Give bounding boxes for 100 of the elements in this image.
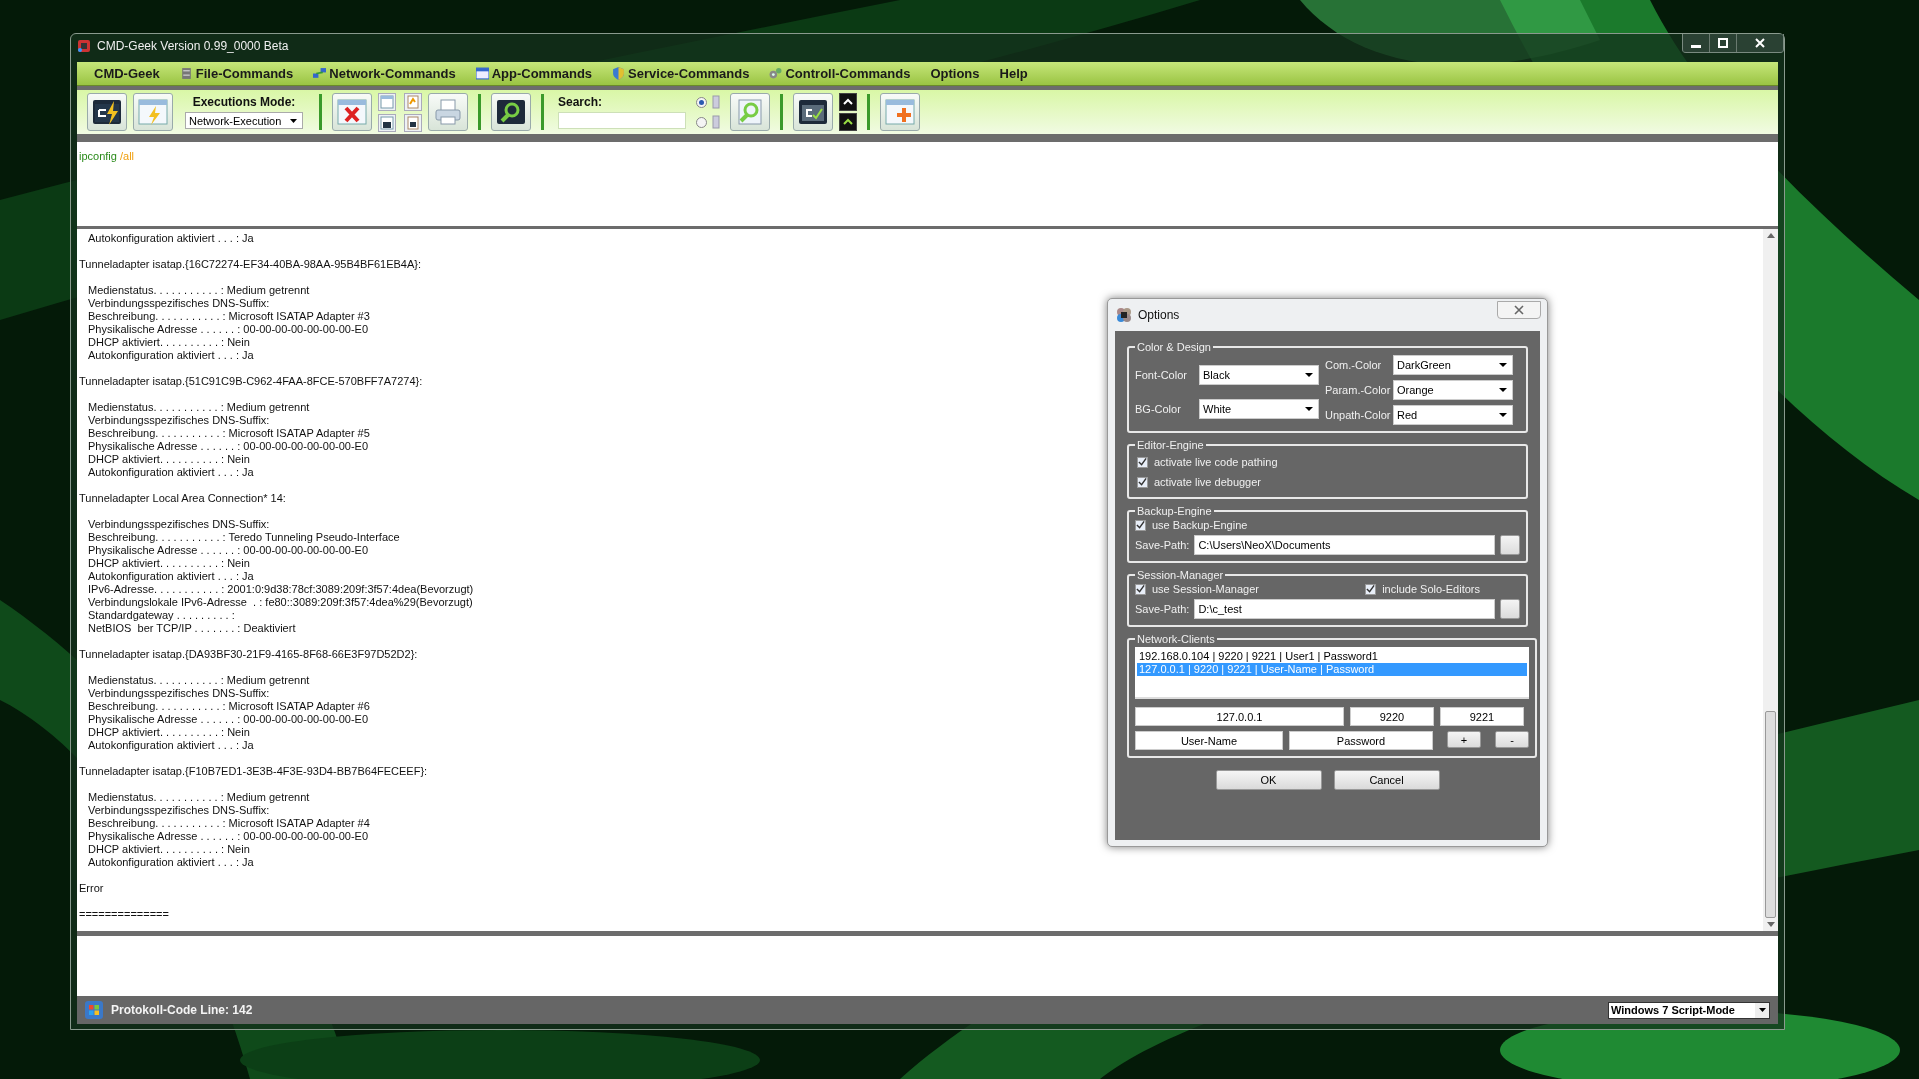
output-line: Autokonfiguration aktiviert . . . : Ja	[87, 232, 254, 245]
mode-dropdown[interactable]: Windows 7 Script-Mode	[1608, 1001, 1770, 1019]
menu-item[interactable]: Service-Commands	[603, 66, 759, 81]
up-button[interactable]	[839, 93, 857, 111]
checkbox[interactable]	[1135, 519, 1146, 531]
caret-icon	[1499, 413, 1507, 417]
toolbar-button[interactable]	[87, 93, 127, 131]
output-line: Verbindungsspezifisches DNS-Suffix:	[87, 414, 270, 427]
menu-item[interactable]: CMD-Geek	[85, 66, 169, 81]
color-dropdown[interactable]: Orange	[1393, 380, 1513, 400]
checkbox-label: use Session-Manager	[1152, 583, 1259, 595]
terminal-lightning-icon	[92, 98, 122, 126]
terminal-icon	[380, 115, 394, 130]
output-line: Medienstatus. . . . . . . . . . . : Medium getrennt	[87, 284, 310, 297]
output-line: Physikalische Adresse . . . . . . : 00-00-00-00-00-00-00-E0	[87, 323, 369, 336]
printer-icon	[433, 98, 463, 126]
scrollbar[interactable]	[1763, 229, 1778, 931]
scroll-thumb[interactable]	[1765, 711, 1776, 918]
caret-icon	[1758, 1008, 1766, 1012]
remove-button[interactable]: -	[1495, 731, 1529, 748]
window-title: CMD-Geek Version 0.99_0000 Beta	[97, 39, 289, 53]
color-dropdown[interactable]: DarkGreen	[1393, 355, 1513, 375]
caret-icon	[1499, 388, 1507, 392]
output-line: Beschreibung. . . . . . . . . . . : Microsoft ISATAP Adapter #3	[87, 310, 370, 323]
maximize-button[interactable]	[1710, 34, 1737, 52]
color-dropdown[interactable]: White	[1199, 399, 1319, 419]
output-line: Autokonfiguration aktiviert . . . : Ja	[87, 466, 254, 479]
port-field[interactable]: 9221	[1440, 707, 1524, 726]
output-line: Beschreibung. . . . . . . . . . . : Microsoft ISATAP Adapter #6	[87, 700, 370, 713]
output-line: Error	[79, 882, 104, 895]
checkbox-label: use Backup-Engine	[1152, 519, 1248, 531]
path-field[interactable]: D:\c_test	[1194, 599, 1495, 619]
radio-button[interactable]	[696, 96, 707, 108]
document-magnifier-icon	[735, 98, 765, 126]
checkbox[interactable]	[1137, 476, 1148, 488]
search-field[interactable]	[558, 112, 686, 129]
cancel-button[interactable]: Cancel	[1333, 770, 1440, 790]
browse-button[interactable]	[1500, 599, 1520, 619]
toolbar-button[interactable]	[378, 113, 396, 132]
output-line: Medienstatus. . . . . . . . . . . : Medium getrennt	[87, 791, 310, 804]
menu-item[interactable]: App-Commands	[466, 66, 602, 81]
output-line: Beschreibung. . . . . . . . . . . : Teredo Tunneling Pseudo-Interface	[87, 531, 400, 544]
field-label: Save-Path:	[1135, 539, 1190, 551]
input-area[interactable]	[77, 936, 1778, 996]
path-field[interactable]: C:\Users\NeoX\Documents	[1194, 535, 1495, 555]
group-title: Backup-Engine	[1136, 505, 1213, 517]
add-button[interactable]: +	[1447, 731, 1481, 748]
close-button[interactable]	[1737, 34, 1783, 52]
list-item[interactable]: 192.168.0.104 | 9220 | 9221 | User1 | Password1	[1137, 650, 1527, 663]
color-dropdown[interactable]: Red	[1393, 405, 1513, 425]
document-icon	[406, 115, 420, 130]
output-line: Tunneladapter Local Area Connection* 14:	[79, 492, 286, 505]
cabinet-icon	[179, 67, 193, 80]
browse-button[interactable]	[1500, 535, 1520, 555]
menu-item[interactable]: Controll-Commands	[760, 66, 920, 81]
command-line: ipconfig /all	[79, 150, 135, 162]
checkbox[interactable]	[1137, 456, 1148, 468]
address-field[interactable]: 127.0.0.1	[1135, 707, 1344, 726]
menu-item[interactable]: File-Commands	[170, 66, 303, 81]
checkbox[interactable]	[1365, 583, 1377, 595]
toolbar-button[interactable]	[793, 93, 833, 131]
dialog-title: Options	[1138, 308, 1180, 322]
caret-icon	[1499, 363, 1507, 367]
checkbox[interactable]	[1135, 583, 1146, 595]
output-line: DHCP aktiviert. . . . . . . . . . : Nein	[87, 843, 250, 856]
radio-button[interactable]	[696, 116, 707, 128]
menu-item[interactable]: Help	[990, 66, 1037, 81]
chevron-up-icon	[842, 98, 854, 106]
output-line: Tunneladapter isatap.{16C72274-EF34-40BA-98AA-95B4BF61EB4A}:	[79, 258, 422, 271]
checkbox-label: activate live code pathing	[1154, 456, 1278, 468]
output-line: Verbindungsspezifisches DNS-Suffix:	[87, 804, 270, 817]
output-line: Standardgateway . . . . . . . . . :	[87, 609, 235, 622]
field-label: BG-Color	[1135, 403, 1182, 415]
output-line: ==============	[79, 908, 169, 921]
password-field[interactable]: Password	[1289, 731, 1433, 750]
network-icon	[313, 67, 327, 80]
menu-item[interactable]: Network-Commands	[304, 66, 465, 81]
user-field[interactable]: User-Name	[1135, 731, 1283, 750]
mode-label: Executions Mode:	[192, 95, 296, 109]
port-field[interactable]: 9220	[1350, 707, 1434, 726]
menu-item[interactable]: Options	[921, 66, 989, 81]
output-line: Verbindungslokale IPv6-Adresse . : fe80::3089:209f:3f57:4dea%29(Bevorzugt)	[87, 596, 473, 609]
document-icon	[406, 94, 420, 109]
output-line: Physikalische Adresse . . . . . . : 00-00-00-00-00-00-00-E0	[87, 544, 369, 557]
output-line: Beschreibung. . . . . . . . . . . : Microsoft ISATAP Adapter #4	[87, 817, 370, 830]
output-line: Physikalische Adresse . . . . . . : 00-00-00-00-00-00-00-E0	[87, 440, 369, 453]
window-plus-icon	[885, 98, 915, 126]
ok-button[interactable]: OK	[1215, 770, 1322, 790]
down-button[interactable]	[839, 113, 857, 131]
toolbar-button[interactable]	[491, 93, 531, 131]
minimize-button[interactable]	[1683, 34, 1710, 52]
minimize-icon	[1691, 44, 1701, 48]
maximize-icon	[1718, 38, 1728, 48]
scroll-up-icon	[1766, 233, 1775, 238]
mode-dropdown[interactable]: Network-Execution	[185, 112, 303, 129]
toolbar-button[interactable]	[404, 113, 422, 132]
output-line: DHCP aktiviert. . . . . . . . . . : Nein	[87, 453, 250, 466]
window-icon	[475, 67, 489, 80]
command-editor[interactable]: ipconfig /all	[77, 142, 1778, 226]
color-dropdown[interactable]: Black	[1199, 365, 1319, 385]
